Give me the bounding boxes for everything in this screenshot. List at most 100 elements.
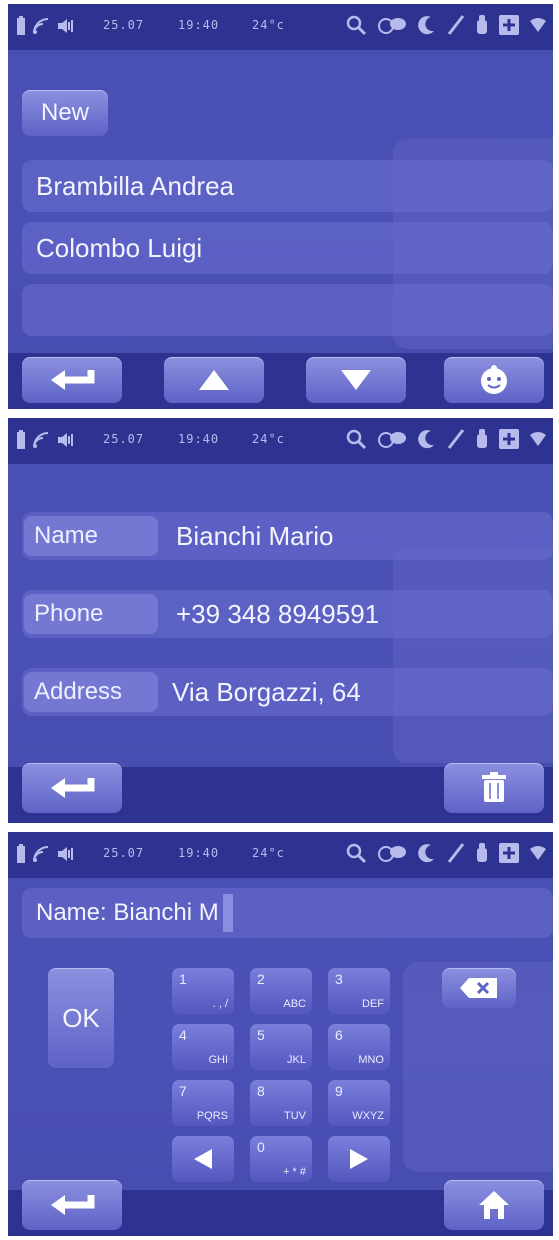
back-button[interactable] [22,357,122,403]
back-button[interactable] [22,1180,122,1230]
moon-icon[interactable] [417,428,437,450]
key-digit: 2 [257,971,265,987]
pen-icon[interactable] [447,428,465,450]
home-icon [479,1191,509,1219]
status-bar: 25.07 19:40 24°c [8,4,553,50]
key-letters: GHI [208,1054,228,1066]
key-digit: 0 [257,1139,265,1155]
phone-value: +39 348 8949591 [176,599,380,629]
back-arrow-icon [51,778,95,798]
status-time: 19:40 [178,18,220,32]
status-time: 19:40 [178,432,220,446]
back-arrow-icon [51,1195,95,1215]
key-digit: 3 [335,971,343,987]
plus-icon[interactable] [499,15,519,35]
signal-icon [33,846,49,862]
status-right-icons [345,428,547,450]
delete-button[interactable] [444,763,544,813]
key-letters: PQRS [196,1110,228,1122]
wifi-icon[interactable] [529,430,547,448]
new-contact-button[interactable]: New [22,90,108,136]
left-arrow-icon [194,1149,212,1169]
contact-name: Colombo Luigi [36,232,203,263]
speaker-icon [58,433,73,447]
back-arrow-icon [51,370,95,390]
cursor-right-key[interactable] [328,1136,390,1182]
chat-icon[interactable] [377,14,407,36]
status-right-icons [345,14,547,36]
contact-row[interactable] [22,284,553,336]
key-3[interactable]: 3 DEF [328,968,390,1014]
phone-label: Phone [24,594,158,634]
key-8[interactable]: 8 TUV [250,1080,312,1126]
key-1[interactable]: 1 . , / [172,968,234,1014]
ok-button[interactable]: OK [48,968,114,1068]
hand-icon[interactable] [475,428,489,450]
status-left-icons [16,16,74,36]
key-digit: 4 [179,1027,187,1043]
key-digit: 1 [179,971,187,987]
plus-icon[interactable] [499,429,519,449]
address-label: Address [24,672,158,712]
chat-icon[interactable] [377,842,407,864]
chat-icon[interactable] [377,428,407,450]
status-temperature: 24°c [252,432,285,446]
wifi-icon[interactable] [529,16,547,34]
speaker-icon [58,19,73,33]
plus-icon[interactable] [499,843,519,863]
text-cursor [222,894,233,932]
speaker-icon [58,847,73,861]
key-letters: TUV [284,1110,306,1122]
key-2[interactable]: 2 ABC [250,968,312,1014]
status-date: 25.07 [103,432,145,446]
address-value: Via Borgazzi, 64 [172,677,361,707]
back-button[interactable] [22,763,122,813]
contact-row[interactable]: Colombo Luigi [22,222,553,274]
search-icon[interactable] [345,428,367,450]
key-letters: . , / [212,998,228,1010]
up-arrow-icon [199,370,229,390]
key-letters: DEF [362,998,384,1010]
handset-watermark [393,548,553,763]
backspace-button[interactable] [442,968,516,1008]
home-button[interactable] [444,1180,544,1230]
keypad-entry-screen: 25.07 19:40 24°c Name: Bianchi M OK 1 . … [8,832,553,1236]
key-digit: 8 [257,1083,265,1099]
name-input-field[interactable]: Name: Bianchi M [22,888,553,938]
key-digit: 7 [179,1083,187,1099]
contacts-list-screen: 25.07 19:40 24°c New Brambilla Andrea Co… [8,4,553,409]
profile-button[interactable] [444,357,544,403]
key-6[interactable]: 6 MNO [328,1024,390,1070]
status-left-icons [16,844,74,864]
bottom-toolbar [8,763,553,823]
pen-icon[interactable] [447,14,465,36]
status-temperature: 24°c [252,846,285,860]
contact-row[interactable]: Brambilla Andrea [22,160,553,212]
status-bar: 25.07 19:40 24°c [8,418,553,464]
key-5[interactable]: 5 JKL [250,1024,312,1070]
key-4[interactable]: 4 GHI [172,1024,234,1070]
contact-name: Brambilla Andrea [36,170,234,201]
status-time: 19:40 [178,846,220,860]
bottom-toolbar [8,353,553,409]
scroll-up-button[interactable] [164,357,264,403]
key-letters: MNO [358,1054,384,1066]
key-0[interactable]: 0 + * # [250,1136,312,1182]
down-arrow-icon [341,370,371,390]
hand-icon[interactable] [475,14,489,36]
contact-detail-screen: 25.07 19:40 24°c Name Bianchi Mario Phon… [8,418,553,823]
hand-icon[interactable] [475,842,489,864]
wifi-icon[interactable] [529,844,547,862]
search-icon[interactable] [345,842,367,864]
cursor-left-key[interactable] [172,1136,234,1182]
scroll-down-button[interactable] [306,357,406,403]
moon-icon[interactable] [417,14,437,36]
key-7[interactable]: 7 PQRS [172,1080,234,1126]
status-bar: 25.07 19:40 24°c [8,832,553,878]
key-9[interactable]: 9 WXYZ [328,1080,390,1126]
search-icon[interactable] [345,14,367,36]
moon-icon[interactable] [417,842,437,864]
key-digit: 6 [335,1027,343,1043]
pen-icon[interactable] [447,842,465,864]
key-digit: 9 [335,1083,343,1099]
